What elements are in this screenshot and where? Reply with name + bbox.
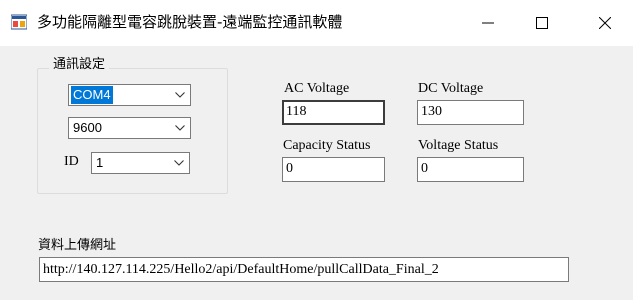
window-title: 多功能隔離型電容跳脫裝置-遠端監控通訊軟體 [37,13,343,31]
title-bar[interactable]: 多功能隔離型電容跳脫裝置-遠端監控通訊軟體 [0,0,633,46]
chevron-down-icon [175,92,185,98]
comm-settings-title: 通訊設定 [49,56,110,74]
maximize-icon [536,17,548,29]
dc-voltage-label: DC Voltage [418,81,484,96]
minimize-button[interactable] [465,0,511,46]
baud-rate-select[interactable]: 9600 [68,117,191,139]
id-select[interactable]: 1 [91,152,190,174]
maximize-button[interactable] [519,0,565,46]
voltage-status-field[interactable]: 0 [417,157,524,182]
id-label: ID [64,154,79,169]
voltage-status-label: Voltage Status [418,138,499,153]
main-window: 多功能隔離型電容跳脫裝置-遠端監控通訊軟體 通訊設定 COM4 9600 ID … [0,0,633,300]
capacity-status-field[interactable]: 0 [282,157,385,182]
ac-voltage-label: AC Voltage [284,81,350,96]
chevron-down-icon [175,125,185,131]
chevron-down-icon [174,160,184,166]
ac-voltage-field[interactable]: 118 [282,100,385,125]
upload-url-label: 資料上傳網址 [38,238,117,253]
dc-voltage-field[interactable]: 130 [417,100,524,125]
baud-rate-value: 9600 [73,120,102,135]
port-select-value: COM4 [71,86,113,104]
port-select[interactable]: COM4 [68,84,191,106]
upload-url-field[interactable]: http://140.127.114.225/Hello2/api/Defaul… [39,257,569,282]
id-select-value: 1 [96,155,104,170]
minimize-icon [482,22,494,24]
capacity-status-label: Capacity Status [283,138,371,153]
close-button[interactable] [582,0,628,46]
app-window-icon [11,14,27,30]
close-icon [599,17,611,29]
